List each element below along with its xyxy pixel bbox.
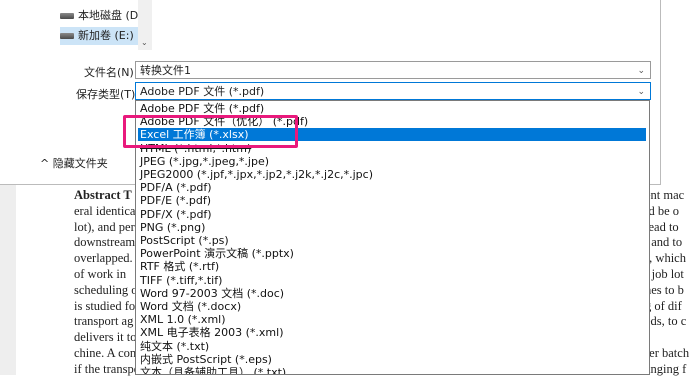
chevron-up-icon: ^ xyxy=(40,157,50,170)
filetype-select[interactable]: Adobe PDF 文件 (*.pdf) ⌄ xyxy=(135,82,651,100)
filetype-option[interactable]: PDF/A (*.pdf) xyxy=(138,181,646,194)
document-text-line: ent mac xyxy=(645,188,685,202)
filetype-option[interactable]: JPEG (*.jpg,*.jpeg,*.jpe) xyxy=(138,155,646,168)
document-text-line: of work in xyxy=(74,267,127,281)
chevron-down-icon[interactable]: ⌄ xyxy=(141,38,148,47)
chevron-down-icon[interactable]: ⌄ xyxy=(637,83,645,101)
document-text-line: overlapped. xyxy=(74,251,133,266)
filetype-option[interactable]: RTF 格式 (*.rtf) xyxy=(138,260,646,273)
filename-input[interactable]: 转换文件1 ⌄ xyxy=(135,61,651,79)
filetype-option[interactable]: PDF/E (*.pdf) xyxy=(138,194,646,207)
document-text-line: fer batch xyxy=(645,346,690,360)
hide-folders-label: 隐藏文件夹 xyxy=(52,157,108,170)
filetype-option[interactable]: PowerPoint 演示文稿 (*.pptx) xyxy=(138,247,646,260)
document-text-line: downstream xyxy=(74,235,136,250)
document-text-line: scheduling o xyxy=(74,282,138,297)
drive-icon xyxy=(60,13,74,19)
drive-label: 新加卷 (E:) xyxy=(78,29,134,42)
document-text-line: ld be o xyxy=(645,203,680,218)
drive-label: 本地磁盘 (D:) xyxy=(78,9,147,22)
filetype-option[interactable]: PostScript (*.ps) xyxy=(138,234,646,247)
chevron-down-icon[interactable]: ⌄ xyxy=(637,62,645,80)
filetype-option[interactable]: JPEG2000 (*.jpf,*.jpx,*.jp2,*.j2k,*.j2c,… xyxy=(138,168,646,181)
document-text-line: eds, to c xyxy=(645,314,687,329)
drive-icon xyxy=(60,33,74,39)
filetype-option[interactable]: XML 电子表格 2003 (*.xml) xyxy=(138,326,646,339)
document-text-line: Abstract T xyxy=(74,188,132,202)
document-text-line: chine. A con xyxy=(74,346,137,360)
document-text-line: lot), and per xyxy=(74,219,135,234)
drive-d[interactable]: 本地磁盘 (D:) xyxy=(60,7,146,25)
document-text-line: ), which xyxy=(645,251,686,266)
filetype-option[interactable]: Word 97-2003 文档 (*.doc) xyxy=(138,287,646,300)
filename-value: 转换文件1 xyxy=(140,64,191,77)
filetype-option[interactable]: 纯文本 (*.txt) xyxy=(138,340,646,353)
filetype-option[interactable]: Word 文档 (*.docx) xyxy=(138,300,646,313)
filetype-option[interactable]: PDF/X (*.pdf) xyxy=(138,208,646,221)
filetype-option[interactable]: 文本（具备辅助工具） (*.txt) xyxy=(138,366,646,374)
filetype-value: Adobe PDF 文件 (*.pdf) xyxy=(140,85,265,98)
document-text-line: g of dif xyxy=(645,298,682,313)
highlight-box xyxy=(123,115,298,148)
document-text-line: transport ag xyxy=(74,314,134,329)
filename-label: 文件名(N): xyxy=(84,66,138,79)
tree-scrollbar[interactable]: ⌄ xyxy=(138,0,152,50)
filetype-option[interactable]: TIFF (*.tiff,*.tif) xyxy=(138,274,646,287)
filetype-option[interactable]: XML 1.0 (*.xml) xyxy=(138,313,646,326)
document-text-line: hes to b xyxy=(645,282,684,297)
document-text-line: l job lot xyxy=(645,267,684,281)
filetype-option[interactable]: Adobe PDF 文件 (*.pdf) xyxy=(138,102,646,115)
document-text-line: delivers it to xyxy=(74,330,137,345)
document-text-line: eral identica xyxy=(74,203,136,218)
document-text-line: is studied fo xyxy=(74,298,136,313)
filetype-option[interactable]: 内嵌式 PostScript (*.eps) xyxy=(138,353,646,366)
filetype-option[interactable]: PNG (*.png) xyxy=(138,221,646,234)
drive-e[interactable]: 新加卷 (E:) xyxy=(60,27,140,45)
document-text-line: , and to xyxy=(645,235,683,250)
filetype-label: 保存类型(T): xyxy=(76,88,140,101)
document-text-line: lead to xyxy=(645,219,679,234)
hide-folders-toggle[interactable]: ^ 隐藏文件夹 xyxy=(40,155,108,171)
